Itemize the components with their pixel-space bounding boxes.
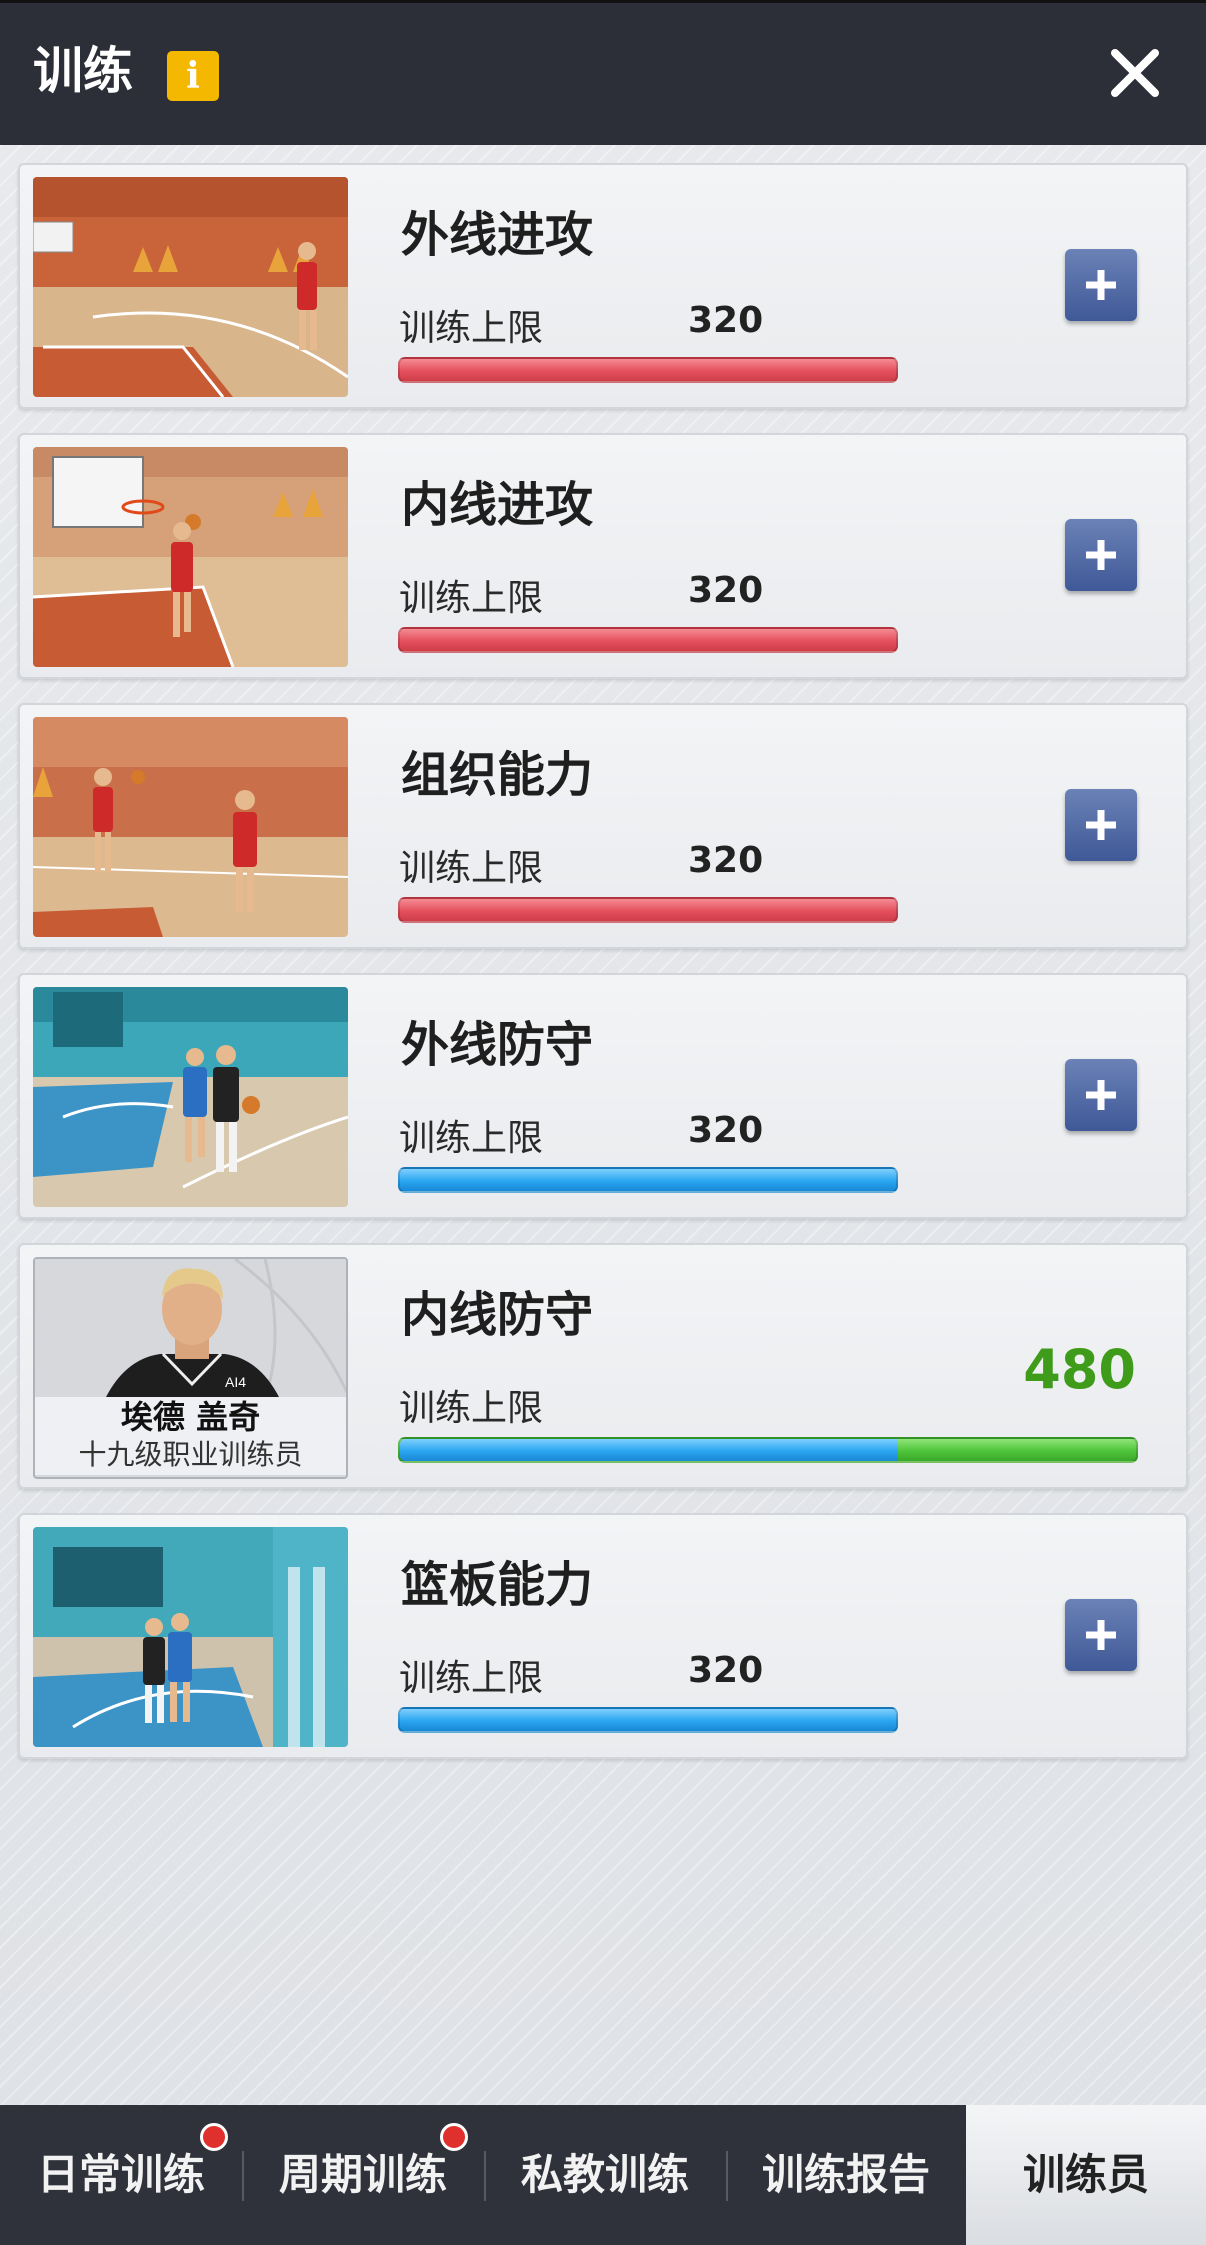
training-name: 内线防守 (401, 1287, 594, 1343)
limit-value: 480 (1023, 1338, 1136, 1401)
tab-training-report[interactable]: 训练报告 (726, 2105, 966, 2245)
rebound-image (33, 1527, 348, 1747)
training-card-playmaking: 组织能力 训练上限 320 (18, 703, 1188, 949)
training-name: 外线进攻 (401, 207, 594, 263)
training-name: 外线防守 (401, 1017, 594, 1073)
limit-value: 320 (688, 1110, 764, 1151)
trainer-rank: 十九级职业训练员 (35, 1435, 346, 1475)
playmaking-image (33, 717, 348, 937)
page-title: 训练 (33, 42, 133, 100)
add-button[interactable] (1065, 789, 1137, 861)
limit-label: 训练上限 (399, 1658, 544, 1699)
close-icon[interactable] (1105, 43, 1165, 103)
progress-bar (398, 897, 898, 923)
progress-bar (398, 1707, 898, 1733)
tab-label: 训练报告 (761, 2150, 930, 2199)
tab-label: 私教训练 (520, 2150, 689, 2199)
jersey-text: AI4 (225, 1374, 246, 1390)
limit-value: 320 (688, 300, 764, 341)
tab-label: 日常训练 (36, 2150, 205, 2199)
training-name: 篮板能力 (401, 1557, 594, 1613)
tab-label: 周期训练 (278, 2150, 447, 2199)
tab-trainers[interactable]: 训练员 (966, 2105, 1206, 2245)
tab-private-training[interactable]: 私教训练 (484, 2105, 726, 2245)
training-card-inside-defense: AI4 埃德 盖奇 十九级职业训练员 内线防守 训练上限 480 (18, 1243, 1188, 1489)
inside-offense-image (33, 447, 348, 667)
progress-bar (398, 1437, 1138, 1463)
add-button[interactable] (1065, 519, 1137, 591)
limit-label: 训练上限 (399, 1118, 544, 1159)
trainer-portrait: AI4 (35, 1259, 346, 1400)
add-button[interactable] (1065, 1599, 1137, 1671)
limit-label: 训练上限 (399, 308, 544, 349)
info-icon[interactable]: i (167, 51, 219, 101)
header-bar: 训练 i (0, 0, 1206, 145)
trainer-card[interactable]: AI4 埃德 盖奇 十九级职业训练员 (33, 1257, 348, 1479)
training-card-outside-offense: 外线进攻 训练上限 320 (18, 163, 1188, 409)
limit-label: 训练上限 (399, 848, 544, 889)
training-card-rebound: 篮板能力 训练上限 320 (18, 1513, 1188, 1759)
tab-daily-training[interactable]: 日常训练 (0, 2105, 242, 2245)
limit-value: 320 (688, 1650, 764, 1691)
outside-defense-image (33, 987, 348, 1207)
limit-label: 训练上限 (399, 578, 544, 619)
progress-bar-base-fill (400, 1439, 898, 1461)
limit-label: 训练上限 (399, 1388, 544, 1429)
add-button[interactable] (1065, 1059, 1137, 1131)
training-card-outside-defense: 外线防守 训练上限 320 (18, 973, 1188, 1219)
training-name: 组织能力 (401, 747, 594, 803)
add-button[interactable] (1065, 249, 1137, 321)
limit-value: 320 (688, 570, 764, 611)
progress-bar (398, 357, 898, 383)
training-list: 外线进攻 训练上限 320 内线进攻 训练上限 320 组织能力 训练上限 32… (0, 145, 1206, 2105)
notification-dot-icon (200, 2123, 228, 2151)
training-name: 内线进攻 (401, 477, 594, 533)
tab-periodic-training[interactable]: 周期训练 (242, 2105, 484, 2245)
progress-bar (398, 1167, 898, 1193)
bottom-tab-bar: 日常训练 周期训练 私教训练 训练报告 训练员 (0, 2105, 1206, 2245)
progress-bar (398, 627, 898, 653)
outside-offense-image (33, 177, 348, 397)
limit-value: 320 (688, 840, 764, 881)
tab-label: 训练员 (1022, 2150, 1149, 2199)
notification-dot-icon (440, 2123, 468, 2151)
trainer-name: 埃德 盖奇 (35, 1397, 346, 1437)
training-card-inside-offense: 内线进攻 训练上限 320 (18, 433, 1188, 679)
